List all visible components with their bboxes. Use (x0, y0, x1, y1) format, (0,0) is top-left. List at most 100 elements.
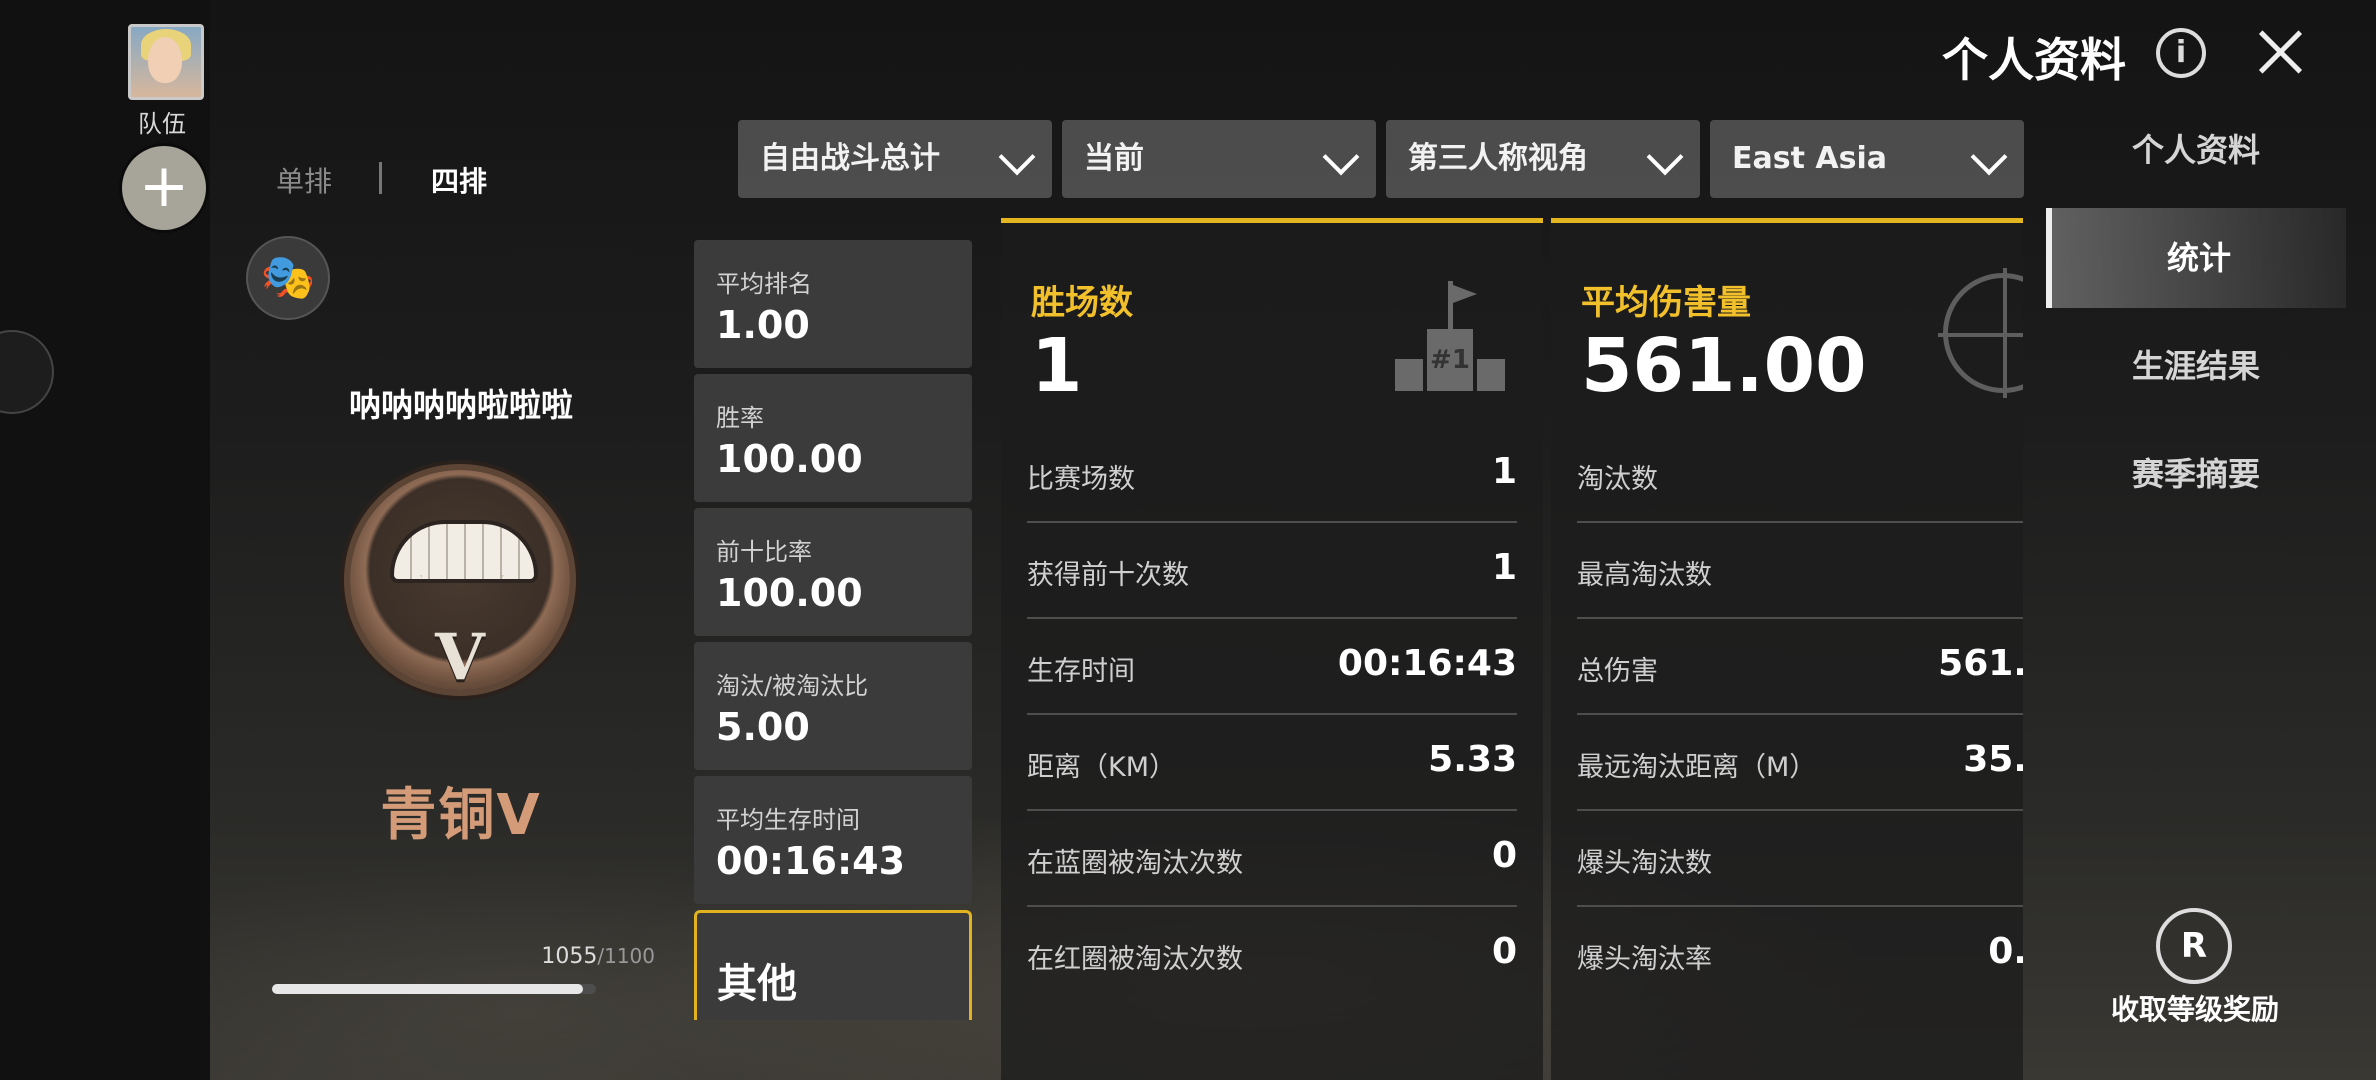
summary-label: 前十比率 (716, 538, 812, 566)
side-nav-item-season-summary[interactable]: 赛季摘要 (2046, 424, 2346, 524)
xp-current: 1055 (541, 944, 598, 969)
summary-value: 100.00 (716, 571, 863, 615)
podium-flag-pole (1448, 281, 1453, 329)
stat-label: 在红圈被淘汰次数 (1027, 944, 1243, 975)
summary-card-avg-survival[interactable]: 平均生存时间 00:16:43 (694, 776, 972, 904)
chevron-down-icon (1970, 138, 2008, 176)
summary-card-other[interactable]: 其他 (694, 910, 972, 1020)
filter-region-label: East Asia (1732, 141, 1887, 176)
stat-label: 生存时间 (1027, 656, 1135, 687)
stat-row: 总伤害 561. (1577, 617, 2023, 715)
page-title: 个人资料 (1942, 33, 2126, 87)
stat-row: 淘汰数 (1577, 425, 2023, 523)
stat-value: 1 (1491, 547, 1517, 588)
crosshair-icon (1938, 268, 2023, 398)
rank-badge-tier: V (435, 620, 485, 695)
wins-panel: 胜场数 1 #1 比赛场数 1 获得前十次数 1 生存时间 00:16:43 距… (1001, 218, 1543, 1080)
stat-value: 00:16:43 (1337, 643, 1517, 684)
filter-season-dropdown[interactable]: 当前 (1062, 120, 1376, 198)
xp-max: /1100 (597, 944, 655, 968)
stat-row: 最远淘汰距离（M） 35. (1577, 713, 2023, 811)
stat-row: 比赛场数 1 (1027, 425, 1517, 523)
tab-squad[interactable]: 四排 (431, 160, 487, 200)
panel-big-value: 1 (1031, 323, 1083, 409)
side-nav-item-profile[interactable]: 个人资料 (2046, 100, 2346, 200)
podium-left (1395, 359, 1423, 391)
close-icon[interactable] (2250, 22, 2310, 82)
side-nav-item-stats[interactable]: 统计 (2046, 208, 2346, 308)
xp-readout: 1055/1100 (520, 944, 655, 969)
team-label: 队伍 (138, 110, 186, 138)
summary-value: 100.00 (716, 437, 863, 481)
stat-label: 在蓝圈被淘汰次数 (1027, 848, 1243, 879)
summary-label: 淘汰/被淘汰比 (716, 672, 869, 700)
stat-label: 爆头淘汰数 (1577, 848, 1712, 879)
stat-label: 距离（KM） (1027, 752, 1177, 783)
podium-first: #1 (1427, 329, 1473, 391)
stat-row: 最高淘汰数 (1577, 521, 2023, 619)
filter-mode-label: 自由战斗总计 (760, 141, 940, 176)
summary-value: 5.00 (716, 705, 810, 749)
chevron-down-icon (1322, 138, 1360, 176)
panel-title: 胜场数 (1031, 283, 1133, 323)
player-name: 呐呐呐呐啦啦啦 (348, 386, 573, 424)
stat-row: 获得前十次数 1 (1027, 521, 1517, 619)
info-icon[interactable]: i (2156, 28, 2206, 78)
rank-badge-teeth (390, 520, 538, 583)
add-teammate-button[interactable]: + (122, 146, 206, 230)
podium-right (1477, 359, 1505, 391)
stat-label: 获得前十次数 (1027, 560, 1189, 591)
summary-card-avg-rank[interactable]: 平均排名 1.00 (694, 240, 972, 368)
chevron-down-icon (1646, 138, 1684, 176)
claim-level-reward-button[interactable]: 收取等级奖励 (2080, 988, 2310, 1028)
chevron-down-icon (998, 138, 1036, 176)
stat-row: 爆头淘汰数 (1577, 809, 2023, 907)
stat-value: 561. (1938, 643, 2023, 684)
summary-card-win-rate[interactable]: 胜率 100.00 (694, 374, 972, 502)
tab-solo[interactable]: 单排 (276, 160, 332, 200)
stat-label: 总伤害 (1577, 656, 1658, 687)
avatar-face (148, 37, 182, 83)
stat-label: 最高淘汰数 (1577, 560, 1712, 591)
stat-label: 比赛场数 (1027, 464, 1135, 495)
xp-progress-fill (272, 984, 583, 994)
summary-label: 平均生存时间 (716, 806, 860, 834)
podium-flag (1453, 285, 1477, 303)
stat-value: 5.33 (1428, 739, 1517, 780)
stat-value: 0 (1491, 931, 1517, 972)
stat-value: 1 (1491, 451, 1517, 492)
side-nav-item-career[interactable]: 生涯结果 (2046, 316, 2346, 416)
theater-mask-icon[interactable]: 🎭 (246, 236, 330, 320)
stat-value: 0. (1988, 931, 2023, 972)
summary-label: 胜率 (716, 404, 764, 432)
filter-mode-dropdown[interactable]: 自由战斗总计 (738, 120, 1052, 198)
summary-card-top10-rate[interactable]: 前十比率 100.00 (694, 508, 972, 636)
filter-region-dropdown[interactable]: East Asia (1710, 120, 2024, 198)
stat-row: 在蓝圈被淘汰次数 0 (1027, 809, 1517, 907)
avatar[interactable] (128, 24, 204, 100)
summary-label: 平均排名 (716, 270, 812, 298)
stat-label: 最远淘汰距离（M） (1577, 752, 1817, 783)
summary-value: 1.00 (716, 303, 810, 347)
tab-divider (379, 162, 382, 194)
stat-row: 距离（KM） 5.33 (1027, 713, 1517, 811)
stat-row: 在红圈被淘汰次数 0 (1027, 905, 1517, 1001)
summary-card-kd[interactable]: 淘汰/被淘汰比 5.00 (694, 642, 972, 770)
stat-row: 爆头淘汰率 0. (1577, 905, 2023, 1001)
rank-badge-icon: V (350, 470, 570, 695)
stat-row: 生存时间 00:16:43 (1027, 617, 1517, 715)
panel-big-value: 561.00 (1581, 323, 1867, 409)
reward-badge-icon[interactable]: R (2156, 908, 2232, 984)
rank-name: 青铜V (380, 783, 542, 848)
stat-label: 淘汰数 (1577, 464, 1658, 495)
panel-title: 平均伤害量 (1581, 283, 1751, 323)
filter-season-label: 当前 (1084, 141, 1144, 176)
filter-perspective-label: 第三人称视角 (1408, 141, 1588, 176)
stat-label: 爆头淘汰率 (1577, 944, 1712, 975)
xp-progress-bar (272, 984, 596, 994)
podium-icon: #1 (1395, 281, 1505, 391)
damage-panel: 平均伤害量 561.00 淘汰数 最高淘汰数 总伤害 561. 最远淘汰距离（M… (1551, 218, 2023, 1080)
summary-value: 00:16:43 (716, 839, 906, 883)
stat-value: 0 (1491, 835, 1517, 876)
filter-perspective-dropdown[interactable]: 第三人称视角 (1386, 120, 1700, 198)
